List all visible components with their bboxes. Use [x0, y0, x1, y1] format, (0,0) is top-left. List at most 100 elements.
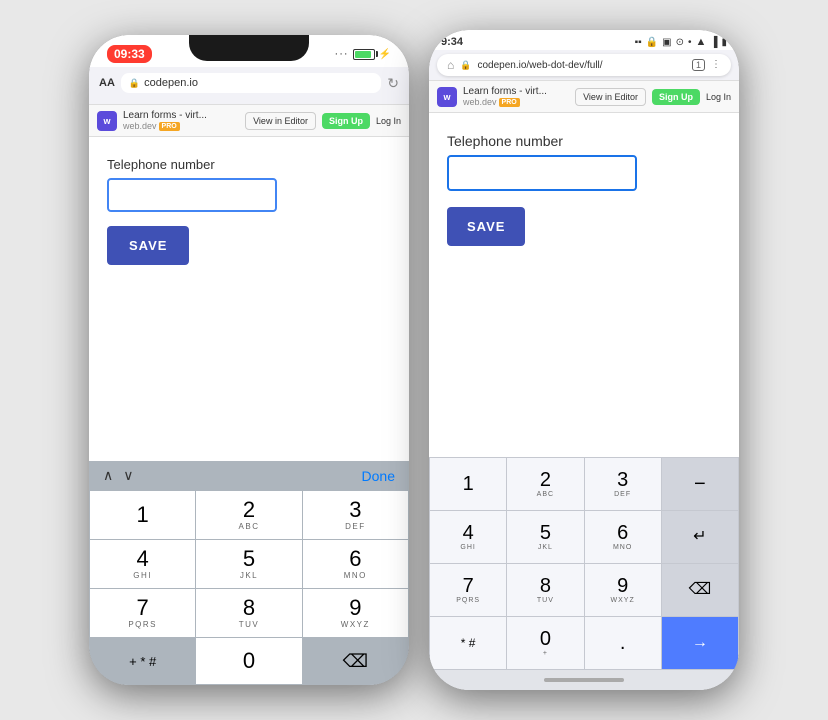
ios-battery-fill — [355, 51, 371, 58]
ios-battery — [353, 49, 375, 60]
ios-status-icons: ··· ⚡ — [335, 48, 391, 60]
android-key-8[interactable]: 8TUV — [507, 564, 583, 616]
ios-toolbar-domain: web.dev — [123, 121, 157, 131]
ios-key-delete[interactable]: ⌫ — [303, 638, 408, 684]
android-signal-icon: ▐ — [710, 37, 717, 48]
android-key-7[interactable]: 7PQRS — [430, 564, 506, 616]
android-toolbar-logo: w — [437, 87, 457, 107]
android-key-6[interactable]: 6MNO — [585, 511, 661, 563]
ios-keyboard-done[interactable]: Done — [362, 468, 395, 484]
ios-key-2[interactable]: 2ABC — [196, 491, 301, 539]
ios-toolbar-title: Learn forms - virt... — [123, 110, 207, 121]
android-save-btn[interactable]: SAVE — [447, 207, 525, 246]
android-key-enter[interactable]: ↵ — [662, 511, 738, 563]
ios-view-editor-btn[interactable]: View in Editor — [245, 112, 316, 130]
ios-dots: ··· — [335, 48, 349, 60]
ios-save-btn[interactable]: SAVE — [107, 226, 189, 265]
ios-site-info: Learn forms - virt... web.dev PRO — [123, 110, 207, 131]
android-key-5[interactable]: 5JKL — [507, 511, 583, 563]
ios-page-content: Telephone number SAVE — [89, 137, 409, 461]
android-key-0[interactable]: 0+ — [507, 617, 583, 669]
ios-toolbar: w Learn forms - virt... web.dev PRO View… — [89, 104, 409, 137]
android-signup-btn[interactable]: Sign Up — [652, 89, 700, 105]
android-time: 9:34 — [441, 36, 463, 48]
ios-key-1[interactable]: 1 — [90, 491, 195, 539]
android-key-grid: 1 2ABC 3DEF − 4GHI 5JKL 6MNO ↵ 7PQRS 8TU… — [429, 457, 739, 670]
ios-domain-row: web.dev PRO — [123, 121, 207, 131]
ios-key-7[interactable]: 7PQRS — [90, 589, 195, 637]
ios-notch — [189, 35, 309, 61]
android-keyboard: 1 2ABC 3DEF − 4GHI 5JKL 6MNO ↵ 7PQRS 8TU… — [429, 457, 739, 690]
android-key-4[interactable]: 4GHI — [430, 511, 506, 563]
android-keyboard-bottom — [429, 670, 739, 690]
android-domain-row: web.dev PRO — [463, 97, 547, 107]
android-page-content: Telephone number SAVE — [429, 113, 739, 457]
ios-screen: 09:33 ··· ⚡ AA 🔒 codepen.io ↻ — [89, 35, 409, 685]
android-key-symbols[interactable]: * # — [430, 617, 506, 669]
ios-key-4[interactable]: 4GHI — [90, 540, 195, 588]
android-login-btn[interactable]: Log In — [706, 92, 731, 102]
ios-phone: 09:33 ··· ⚡ AA 🔒 codepen.io ↻ — [89, 35, 409, 685]
android-key-3[interactable]: 3DEF — [585, 458, 661, 510]
ios-time: 09:33 — [107, 45, 152, 63]
ios-login-btn[interactable]: Log In — [376, 116, 401, 126]
ios-refresh[interactable]: ↻ — [387, 75, 399, 92]
android-field-label: Telephone number — [447, 133, 721, 149]
android-lock-small: 🔒 — [460, 60, 471, 71]
ios-arrow-down[interactable]: ∨ — [123, 467, 133, 484]
ios-url-text: codepen.io — [144, 77, 198, 89]
ios-status-bar: 09:33 ··· ⚡ — [89, 35, 409, 67]
ios-arrow-up[interactable]: ∧ — [103, 467, 113, 484]
android-wifi-icon: ▲ — [696, 36, 707, 48]
android-url-actions: 1 ⋮ — [692, 59, 721, 71]
ios-tel-input[interactable] — [107, 178, 277, 212]
android-toolbar-title: Learn forms - virt... — [463, 86, 547, 97]
android-url-row[interactable]: ⌂ 🔒 codepen.io/web-dot-dev/full/ 1 ⋮ — [437, 54, 731, 76]
android-tab-icon[interactable]: 1 — [692, 59, 705, 71]
android-site-info: Learn forms - virt... web.dev PRO — [463, 86, 547, 107]
android-key-9[interactable]: 9WXYZ — [585, 564, 661, 616]
android-key-delete[interactable]: ⌫ — [662, 564, 738, 616]
android-status-bar: 9:34 ▪▪ 🔒 ▣ ⊙ • ▲ ▐ ▮ — [429, 30, 739, 50]
android-battery-icon: ▮ — [721, 37, 727, 48]
ios-key-3[interactable]: 3DEF — [303, 491, 408, 539]
phones-container: 09:33 ··· ⚡ AA 🔒 codepen.io ↻ — [0, 0, 828, 720]
ios-key-0[interactable]: 0 — [196, 638, 301, 684]
android-toolbar: w Learn forms - virt... web.dev PRO View… — [429, 80, 739, 113]
android-key-1[interactable]: 1 — [430, 458, 506, 510]
ios-url-bar[interactable]: 🔒 codepen.io — [121, 73, 381, 93]
ios-signup-btn[interactable]: Sign Up — [322, 113, 370, 129]
android-toolbar-domain: web.dev — [463, 97, 497, 107]
android-key-go[interactable]: → — [662, 617, 738, 669]
ios-browser-bar: AA 🔒 codepen.io ↻ — [89, 67, 409, 104]
android-home-icon[interactable]: ⌂ — [447, 58, 454, 72]
android-menu-icon[interactable]: ⋮ — [711, 59, 721, 71]
ios-key-9[interactable]: 9WXYZ — [303, 589, 408, 637]
android-tel-input[interactable] — [447, 155, 637, 191]
ios-field-label: Telephone number — [107, 157, 391, 172]
android-status-icons: ▪▪ 🔒 ▣ ⊙ • ▲ ▐ ▮ — [635, 36, 727, 48]
android-browser-bar: ⌂ 🔒 codepen.io/web-dot-dev/full/ 1 ⋮ — [429, 50, 739, 80]
android-key-2[interactable]: 2ABC — [507, 458, 583, 510]
ios-key-5[interactable]: 5JKL — [196, 540, 301, 588]
ios-key-8[interactable]: 8TUV — [196, 589, 301, 637]
android-bottom-bar — [544, 678, 624, 682]
android-url-text: codepen.io/web-dot-dev/full/ — [477, 60, 686, 71]
ios-keyboard-arrows: ∧ ∨ — [103, 467, 134, 484]
android-pro-badge: PRO — [499, 98, 520, 107]
ios-aa[interactable]: AA — [99, 77, 115, 89]
android-key-minus[interactable]: − — [662, 458, 738, 510]
ios-key-6[interactable]: 6MNO — [303, 540, 408, 588]
android-more-icon: • — [688, 37, 692, 48]
ios-keyboard-toolbar: ∧ ∨ Done — [89, 461, 409, 490]
android-view-editor-btn[interactable]: View in Editor — [575, 88, 646, 106]
ios-keyboard: ∧ ∨ Done 1 2ABC 3DEF 4GHI 5JKL 6MNO 7PQR… — [89, 461, 409, 685]
android-lock-icon: 🔒 — [646, 37, 658, 48]
ios-key-symbols[interactable]: + * # — [90, 638, 195, 684]
ios-keyboard-grid: 1 2ABC 3DEF 4GHI 5JKL 6MNO 7PQRS 8TUV 9W… — [89, 490, 409, 685]
android-settings-icon: ⊙ — [676, 37, 684, 48]
ios-pro-badge: PRO — [159, 122, 180, 131]
lock-icon: 🔒 — [129, 78, 140, 89]
android-phone: 9:34 ▪▪ 🔒 ▣ ⊙ • ▲ ▐ ▮ ⌂ 🔒 codepen.io/we — [429, 30, 739, 690]
android-key-period[interactable]: . — [585, 617, 661, 669]
